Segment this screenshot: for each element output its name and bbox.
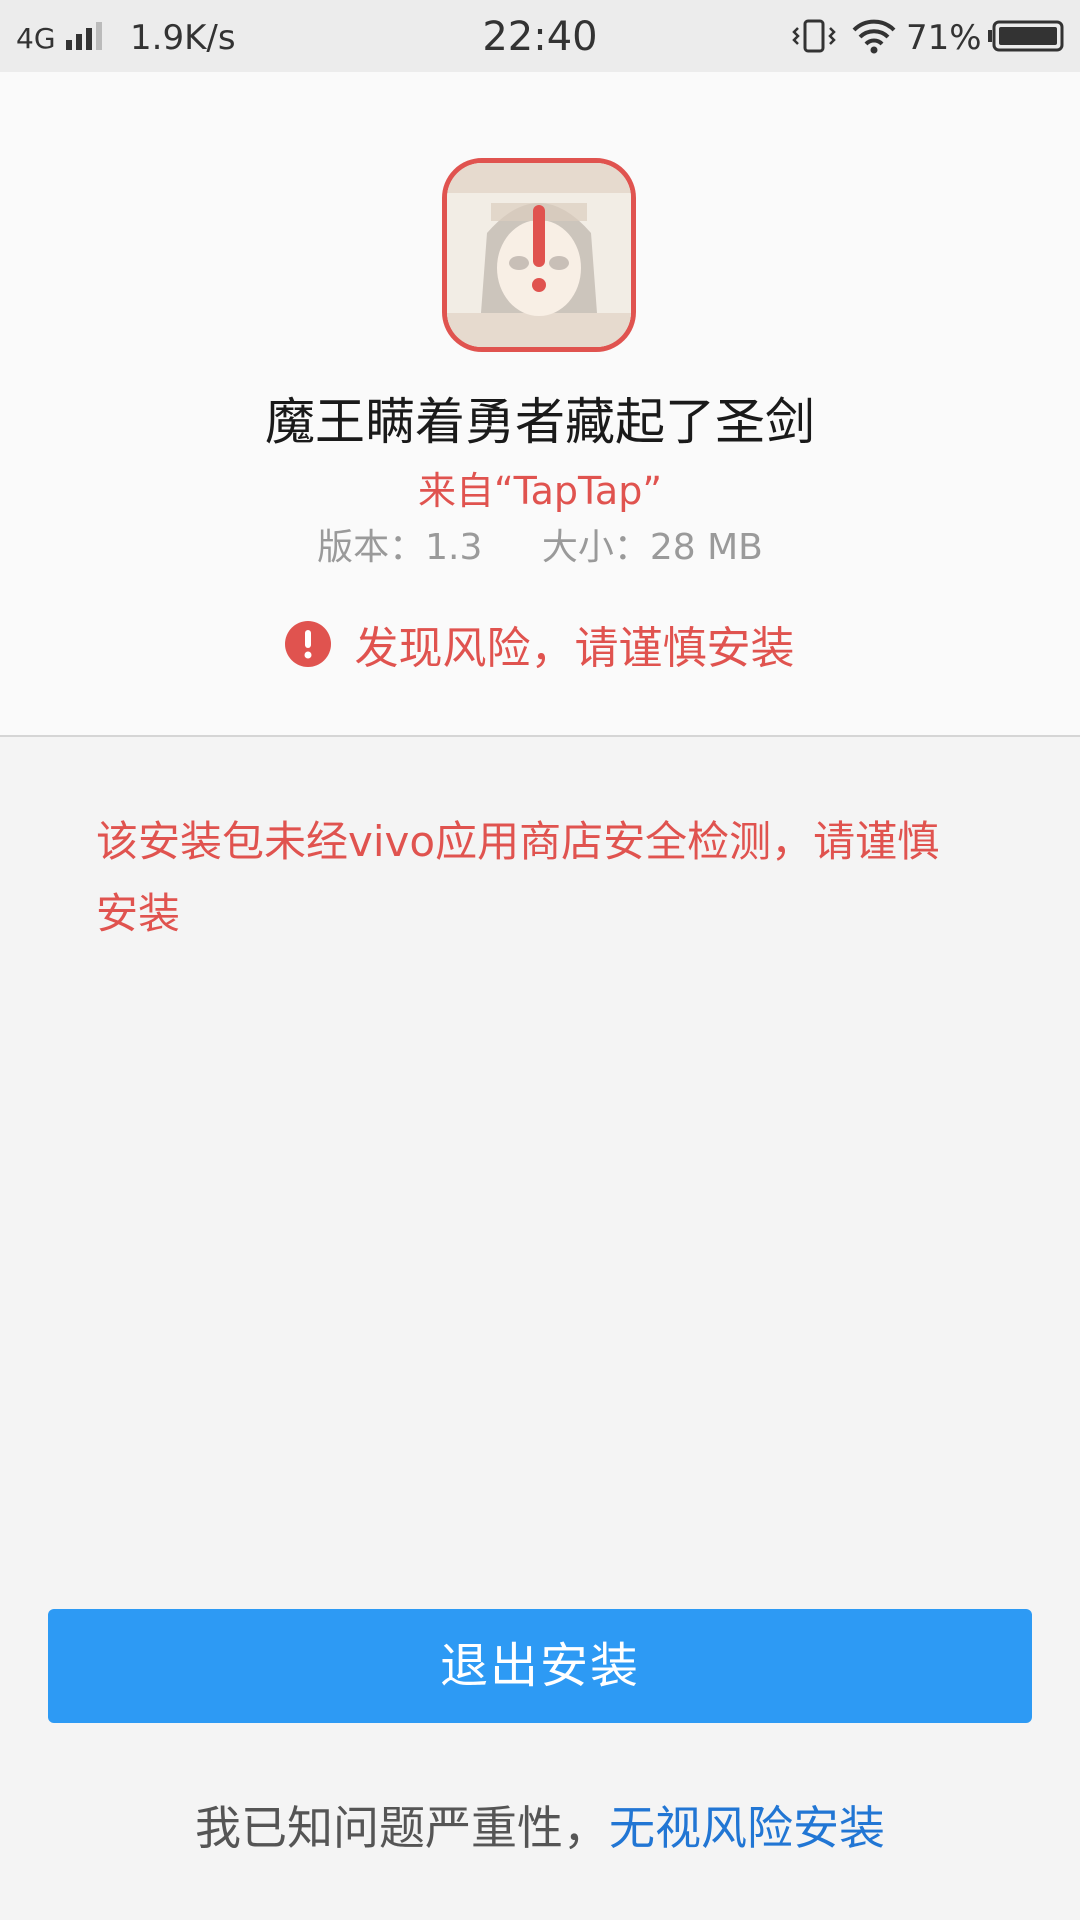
warning-message: 该安装包未经vivo应用商店安全检测，请谨慎安装 <box>96 817 940 938</box>
app-info-card: 魔王瞒着勇者藏起了圣剑 来自“TapTap” 版本：1.3 大小：28 MB 发… <box>0 72 1080 737</box>
acknowledge-text: 我已知问题严重性， <box>195 1801 609 1855</box>
app-icon-artwork <box>447 163 631 347</box>
app-icon <box>442 158 636 352</box>
wifi-icon <box>852 19 896 54</box>
risk-banner: 发现风险，请谨慎安装 <box>0 612 1080 676</box>
install-warning-screen: 4G 1.9K/s 22:40 71% 魔王瞒着勇者藏起了圣剑 来自“TapTa… <box>0 0 1080 1920</box>
acknowledge-row: 我已知问题严重性，无视风险安装 <box>0 1792 1080 1858</box>
app-size: 大小：28 MB <box>541 527 763 568</box>
app-meta: 版本：1.3 大小：28 MB <box>0 518 1080 570</box>
app-title: 魔王瞒着勇者藏起了圣剑 <box>265 393 815 451</box>
exclamation-circle-icon <box>285 621 332 667</box>
ignore-risk-install-link[interactable]: 无视风险安装 <box>609 1801 885 1855</box>
battery-percent: 71% <box>906 18 982 58</box>
status-bar: 4G 1.9K/s 22:40 71% <box>0 0 1080 72</box>
app-source: 来自“TapTap” <box>417 469 663 513</box>
risk-text: 发现风险，请谨慎安装 <box>354 623 795 674</box>
battery-icon <box>988 20 1064 52</box>
vibrate-icon <box>792 19 836 53</box>
app-version: 版本：1.3 <box>317 527 483 568</box>
exit-install-button[interactable]: 退出安装 <box>48 1609 1032 1723</box>
